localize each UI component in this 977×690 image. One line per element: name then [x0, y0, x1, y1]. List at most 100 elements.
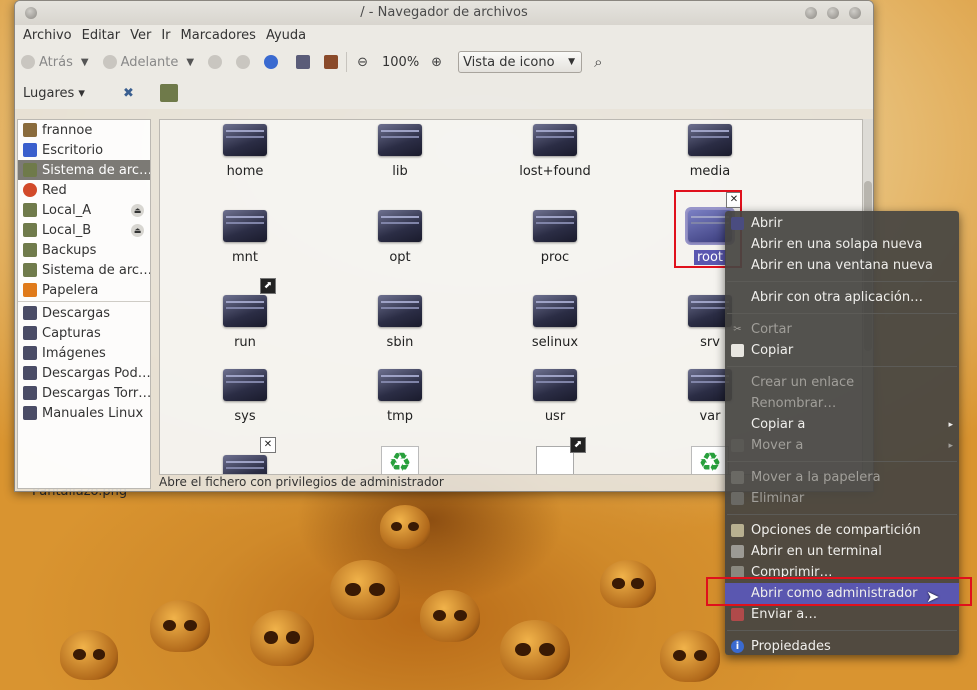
menu-item-label: Abrir en una solapa nueva	[751, 237, 923, 252]
menu-item-renombrar[interactable]: Renombrar…	[725, 393, 959, 414]
stop-icon[interactable]	[236, 55, 251, 69]
minimize-button[interactable]	[805, 7, 817, 19]
folder-icon	[533, 210, 577, 242]
folder-item[interactable]: selinux	[490, 295, 620, 350]
computer-icon[interactable]	[324, 55, 339, 69]
folder-item[interactable]: mnt	[180, 210, 310, 265]
menu-item-comparticion[interactable]: Opciones de compartición	[725, 520, 959, 541]
folder-label: usr	[544, 409, 566, 424]
menu-item-label: Opciones de compartición	[751, 523, 921, 538]
menu-item-copiar-a[interactable]: Copiar a ▸	[725, 414, 959, 435]
sidebar-item-escritorio[interactable]: Escritorio	[18, 140, 150, 160]
folder-item[interactable]: sys	[180, 369, 310, 424]
forward-history-dropdown[interactable]: ▼	[186, 57, 194, 68]
mouse-pointer-icon: ➤	[926, 587, 940, 606]
menu-marcadores[interactable]: Marcadores	[177, 25, 262, 47]
sidebar-item-papelera[interactable]: Papelera	[18, 280, 150, 300]
sidebar-item-descargas[interactable]: Descargas	[18, 303, 150, 323]
sidebar-item-local-a[interactable]: Local_A ⏏	[18, 200, 150, 220]
menu-item-abrir-ventana[interactable]: Abrir en una ventana nueva	[725, 255, 959, 276]
menu-item-propiedades[interactable]: i Propiedades	[725, 636, 959, 657]
folder-item[interactable]: opt	[335, 210, 465, 265]
menu-item-abrir[interactable]: Abrir	[725, 213, 959, 234]
up-icon[interactable]	[208, 55, 223, 69]
menu-separator	[727, 281, 957, 282]
folder-item[interactable]: home	[180, 124, 310, 179]
folder-item[interactable]: lost+found	[490, 124, 620, 179]
folder-icon	[223, 295, 267, 327]
back-history-dropdown[interactable]: ▼	[81, 57, 89, 68]
sidebar-item-red[interactable]: Red	[18, 180, 150, 200]
folder-item[interactable]: media	[645, 124, 775, 179]
menu-item-enviar-a[interactable]: Enviar a…	[725, 604, 959, 625]
menu-archivo[interactable]: Archivo	[19, 25, 78, 47]
sidebar-item-imagenes[interactable]: Imágenes	[18, 343, 150, 363]
eject-icon[interactable]: ⏏	[131, 223, 144, 237]
eject-icon[interactable]: ⏏	[131, 203, 144, 217]
menu-item-eliminar[interactable]: Eliminar	[725, 488, 959, 509]
reload-icon[interactable]	[264, 55, 279, 69]
sidebar-item-label: Imágenes	[42, 345, 106, 361]
recycle-file-item[interactable]: ♻	[335, 446, 465, 474]
zoom-level: 100%	[382, 54, 420, 70]
titlebar[interactable]: / - Navegador de archivos	[15, 1, 873, 25]
folder-item[interactable]: proc	[490, 210, 620, 265]
menu-item-abrir-solapa[interactable]: Abrir en una solapa nueva	[725, 234, 959, 255]
forward-arrow-icon	[102, 55, 117, 69]
folder-icon	[23, 366, 37, 380]
home-icon[interactable]	[296, 55, 311, 69]
menu-item-crear-enlace[interactable]: Crear un enlace	[725, 372, 959, 393]
sidebar-item-descargas-torrent[interactable]: Descargas Torr…	[18, 383, 150, 403]
sidebar-item-capturas[interactable]: Capturas	[18, 323, 150, 343]
sidebar-item-local-b[interactable]: Local_B ⏏	[18, 220, 150, 240]
wallpaper-skull	[380, 505, 430, 549]
menu-item-cortar[interactable]: ✂ Cortar	[725, 319, 959, 340]
send-icon	[731, 608, 744, 621]
folder-item[interactable]: usr	[490, 369, 620, 424]
menu-ver[interactable]: Ver	[126, 25, 157, 47]
submenu-arrow-icon: ▸	[948, 440, 953, 451]
sidebar-item-backups[interactable]: Backups	[18, 240, 150, 260]
close-button[interactable]	[849, 7, 861, 19]
sidebar-item-descargas-podcasts[interactable]: Descargas Pod…	[18, 363, 150, 383]
filesystem-icon	[23, 163, 37, 177]
folder-icon	[23, 386, 37, 400]
menu-item-abrir-con[interactable]: Abrir con otra aplicación…	[725, 287, 959, 308]
zoom-out-icon[interactable]: ⊖	[357, 55, 368, 70]
folder-label: opt	[389, 250, 411, 265]
zoom-in-icon[interactable]: ⊕	[431, 55, 442, 70]
folder-item[interactable]: tmp	[335, 369, 465, 424]
document-file-item[interactable]	[490, 446, 620, 474]
menu-item-copiar[interactable]: Copiar	[725, 340, 959, 361]
sidebar-item-filesystem[interactable]: Sistema de arc…	[18, 160, 150, 180]
sidebar-item-filesystem-2[interactable]: Sistema de arc…	[18, 260, 150, 280]
forward-button[interactable]: Adelante	[102, 55, 178, 70]
filesystem-location-button[interactable]	[159, 84, 178, 102]
back-button[interactable]: Atrás	[21, 55, 73, 70]
maximize-button[interactable]	[827, 7, 839, 19]
sidebar-item-manuales-linux[interactable]: Manuales Linux	[18, 403, 150, 423]
folder-label: run	[234, 335, 256, 350]
menu-item-mover-a[interactable]: Mover a ▸	[725, 435, 959, 456]
menu-ir[interactable]: Ir	[157, 25, 176, 47]
menu-separator	[727, 514, 957, 515]
menu-item-terminal[interactable]: Abrir en un terminal	[725, 541, 959, 562]
search-icon[interactable]: ⌕	[594, 53, 602, 71]
folder-item[interactable]: run	[180, 295, 310, 350]
menu-item-label: Abrir en una ventana nueva	[751, 258, 933, 273]
close-icon[interactable]: ✕	[260, 437, 276, 453]
folder-item[interactable]: sbin	[335, 295, 465, 350]
places-selector[interactable]: Lugares ▾	[23, 86, 85, 101]
wallpaper-skull	[250, 610, 314, 666]
folder-item[interactable]	[180, 455, 310, 474]
folder-item[interactable]: lib	[335, 124, 465, 179]
view-mode-select[interactable]: Vista de icono ▼	[458, 51, 583, 73]
folder-label: sys	[234, 409, 256, 424]
menu-item-mover-papelera[interactable]: Mover a la papelera	[725, 467, 959, 488]
copy-icon	[731, 344, 744, 357]
close-sidebar-icon[interactable]: ✖	[123, 86, 134, 101]
sidebar-item-label: Capturas	[42, 325, 101, 341]
menu-editar[interactable]: Editar	[78, 25, 127, 47]
menu-ayuda[interactable]: Ayuda	[262, 25, 312, 47]
sidebar-item-frannoe[interactable]: frannoe	[18, 120, 150, 140]
